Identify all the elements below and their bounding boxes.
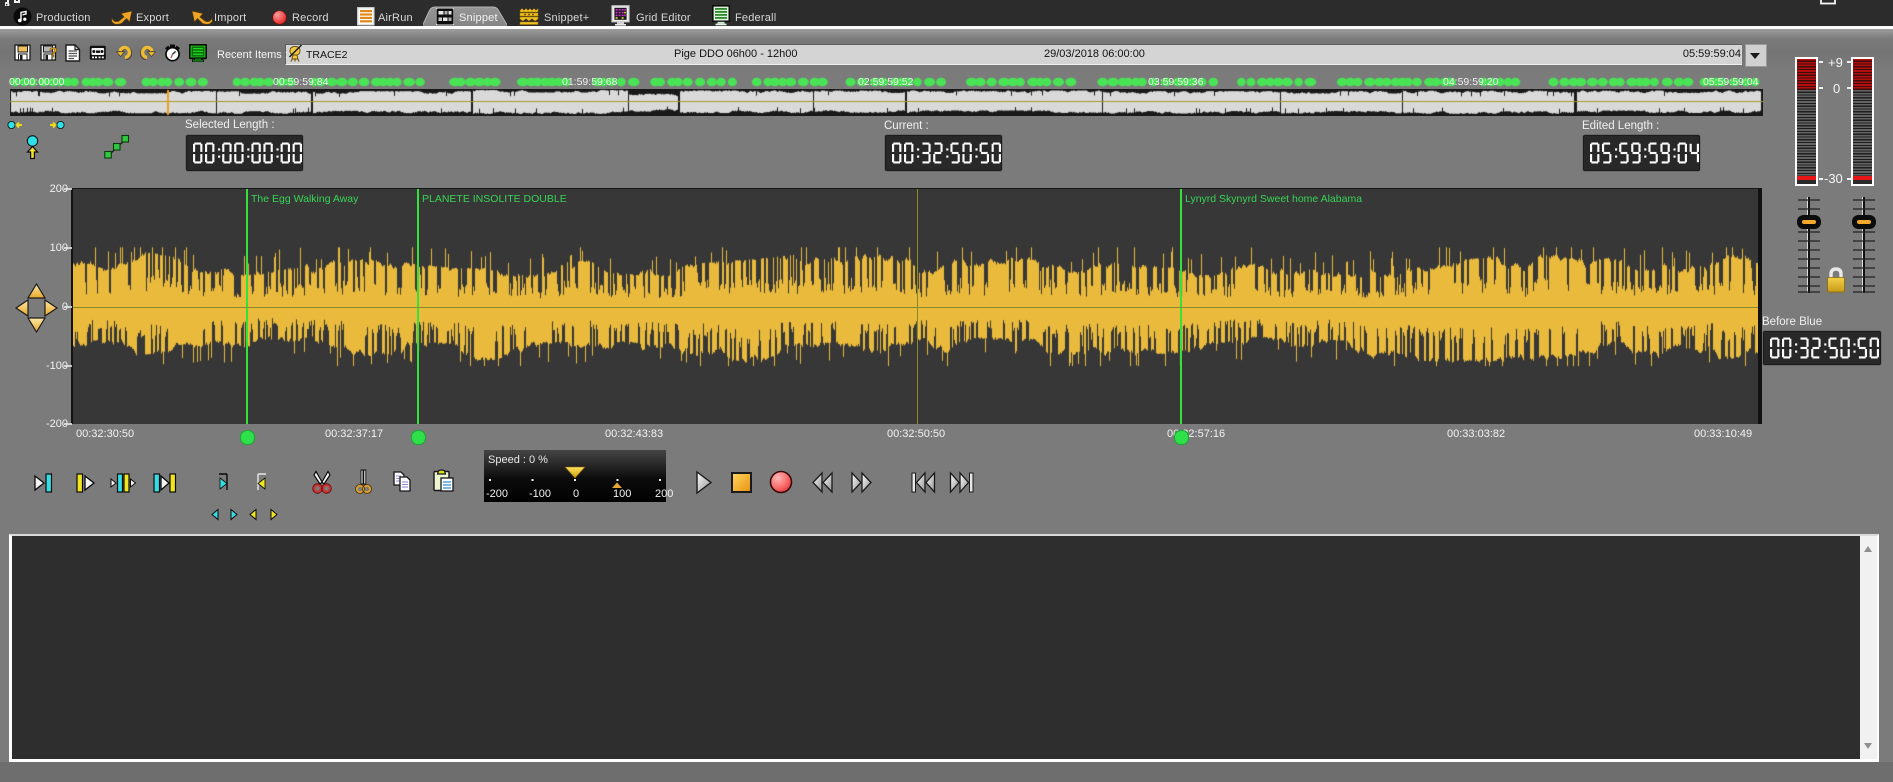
svg-text:?: ?: [49, 44, 58, 60]
